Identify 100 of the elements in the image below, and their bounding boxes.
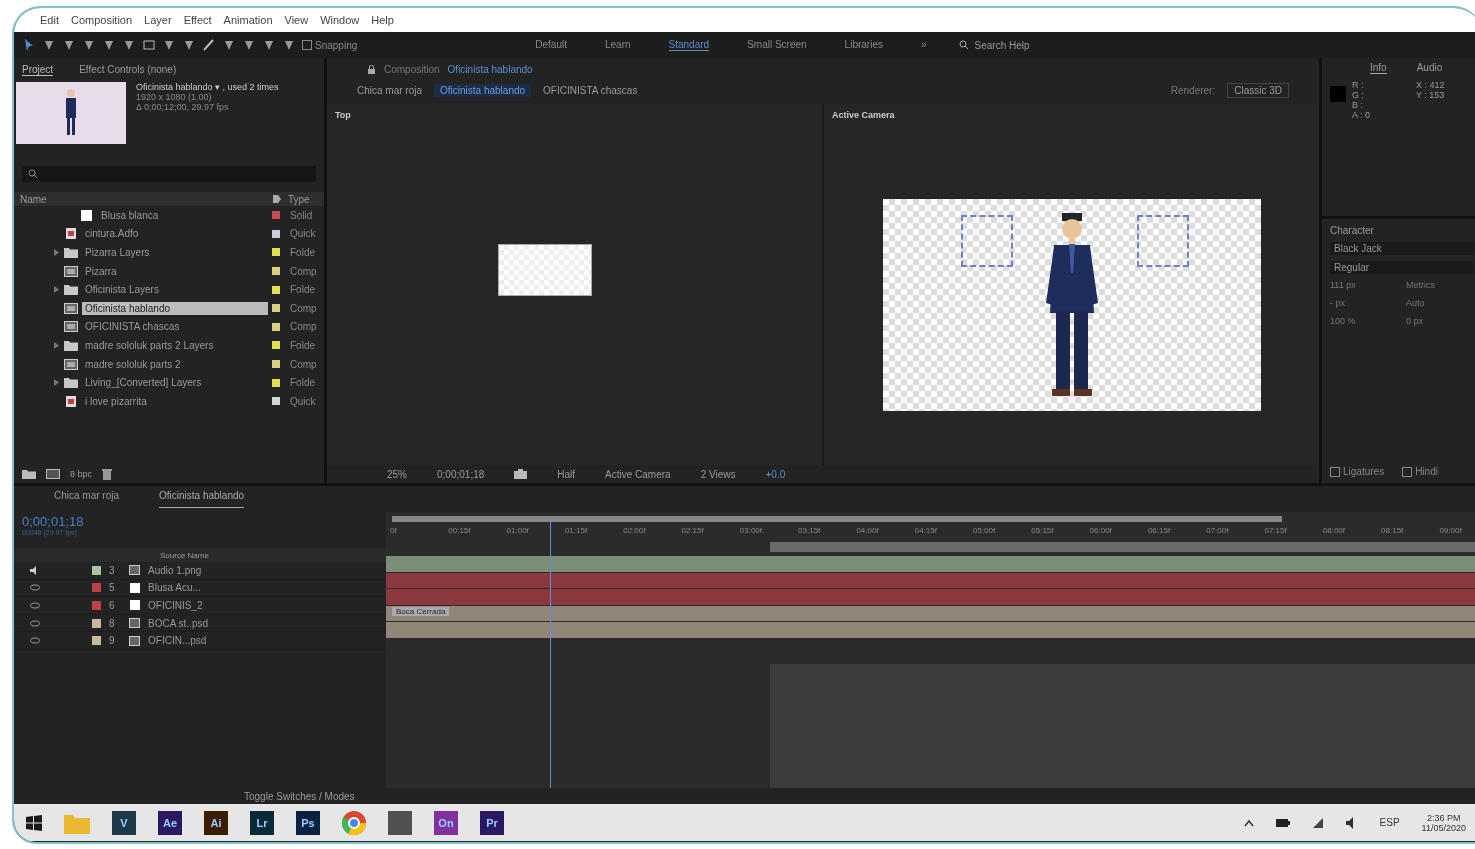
layer-name[interactable]: BOCA st..psd (148, 617, 209, 629)
clock-date[interactable]: 11/05/2020 (1421, 822, 1466, 833)
project-search-field[interactable] (22, 166, 316, 182)
project-item[interactable]: cintura.Adfo Quick (14, 224, 324, 244)
project-item[interactable]: Pizarra Comp (14, 261, 324, 281)
tool-icon[interactable] (282, 38, 296, 52)
renderer-dropdown[interactable]: Classic 3D (1227, 83, 1289, 98)
composition-tab[interactable]: OFICINISTA chascas (543, 85, 638, 96)
tool-icon[interactable] (242, 38, 256, 52)
composition-tab[interactable]: Chica mar roja (357, 85, 423, 96)
panel-tab[interactable]: Project (22, 64, 54, 76)
brush-tool-icon[interactable] (202, 38, 216, 52)
label-swatch[interactable] (272, 211, 280, 220)
layer-marker[interactable]: Boca Cerrada (392, 606, 450, 616)
clock-time[interactable]: 2:36 PM (1427, 812, 1461, 823)
composition-canvas[interactable] (882, 198, 1261, 411)
taskbar-app-icon[interactable]: Lr (250, 810, 274, 835)
layer-name[interactable]: Blusa Acu... (148, 582, 201, 594)
layer-duration-bar[interactable] (386, 556, 1475, 573)
menu-item[interactable]: View (284, 14, 309, 26)
panel-tab[interactable]: Audio (1416, 62, 1443, 74)
layer-row[interactable]: 8 BOCA st..psd (14, 614, 386, 633)
more-workspaces-button[interactable]: » (920, 39, 927, 51)
menu-item[interactable]: Composition (70, 14, 133, 26)
current-time-field[interactable]: 0;00;01;18 (437, 468, 485, 480)
resolution-dropdown[interactable]: Half (557, 468, 576, 480)
layer-row[interactable]: 3 Audio 1.png (14, 562, 386, 580)
font-family-dropdown[interactable]: Black Jack (1330, 242, 1474, 255)
panel-tab[interactable]: Effect Controls (none) (79, 64, 177, 76)
caret-icon[interactable] (54, 249, 59, 256)
label-swatch[interactable] (92, 565, 101, 575)
label-swatch[interactable] (272, 397, 280, 406)
layer-name[interactable]: Audio 1.png (148, 564, 202, 576)
project-item[interactable]: madre sololuk parts 2 Comp (14, 354, 324, 374)
taskbar-app-icon[interactable] (388, 810, 412, 835)
kerning-field[interactable]: Metrics (1406, 280, 1474, 290)
panel-tab[interactable]: Info (1370, 62, 1387, 74)
leading-field[interactable]: Auto (1406, 298, 1474, 308)
layer-name[interactable]: OFICINIS_2 (148, 600, 203, 611)
taskbar-app-icon[interactable]: On (434, 810, 458, 835)
timeline-tab[interactable]: Oficinista hablando (159, 490, 245, 508)
layer-row[interactable]: 9 OFICIN...psd (14, 632, 386, 650)
tool-icon[interactable] (182, 38, 196, 52)
layer-row[interactable]: 5 Blusa Acu... (14, 579, 386, 598)
composition-icon[interactable] (46, 469, 60, 479)
label-swatch[interactable] (92, 618, 101, 628)
label-swatch[interactable] (92, 601, 101, 610)
menu-item[interactable]: Animation (223, 14, 273, 26)
menu-item[interactable]: Window (320, 14, 360, 26)
lock-icon[interactable] (367, 65, 376, 74)
caret-icon[interactable] (54, 379, 59, 387)
menu-item[interactable]: Layer (144, 14, 172, 26)
layer-duration-bar[interactable]: Boca Cerrada (386, 605, 1475, 623)
workspace-tab[interactable]: Small Screen (747, 39, 807, 51)
workspace-tab[interactable]: Libraries (844, 39, 883, 51)
network-icon[interactable] (1311, 816, 1324, 829)
vertical-scale-field[interactable]: 100 % (1330, 316, 1398, 326)
label-swatch[interactable] (92, 636, 101, 646)
label-swatch[interactable] (272, 248, 280, 257)
column-header[interactable]: Source Name (160, 550, 209, 560)
language-indicator[interactable]: ESP (1379, 817, 1400, 828)
label-swatch[interactable] (272, 378, 280, 387)
menu-item[interactable]: Edit (40, 14, 59, 26)
tool-icon[interactable] (82, 38, 96, 52)
menu-item[interactable]: Help (371, 14, 394, 26)
tool-icon[interactable] (222, 38, 236, 52)
taskbar-app-icon[interactable]: Ps (296, 810, 320, 835)
project-item[interactable]: i love pizarrita Quick (14, 391, 324, 411)
caret-icon[interactable] (54, 286, 59, 294)
caret-icon[interactable] (54, 341, 59, 349)
stroke-width-field[interactable]: - px (1330, 298, 1398, 308)
project-item[interactable]: Pizarra Layers Folde (14, 243, 324, 262)
workspace-tab[interactable]: Learn (604, 39, 631, 51)
null-object-outline[interactable] (960, 214, 1013, 267)
trash-icon[interactable] (102, 468, 113, 480)
taskbar-app-icon[interactable]: V (112, 810, 136, 835)
project-item[interactable]: Blusa blanca Solid (14, 206, 324, 225)
column-header[interactable]: Name (20, 193, 266, 205)
snapping-checkbox[interactable]: Snapping (302, 39, 358, 51)
label-swatch[interactable] (92, 583, 101, 593)
project-item[interactable]: Oficinista hablando Comp (14, 298, 324, 318)
search-field[interactable]: Search Help (958, 38, 1087, 52)
baseline-shift-field[interactable]: 0 px (1406, 316, 1474, 326)
composition-name[interactable]: Oficinista hablando (447, 64, 533, 75)
null-object-outline[interactable] (1136, 214, 1189, 267)
folder-icon[interactable] (22, 469, 36, 479)
timeline-tab[interactable]: Chica mar roja (54, 490, 120, 508)
timecode-display[interactable]: 0;00;01;18 (22, 514, 378, 529)
tool-icon[interactable] (102, 38, 116, 52)
camera-icon[interactable] (514, 469, 528, 479)
project-item[interactable]: OFICINISTA chascas Comp (14, 317, 324, 337)
rectangle-tool-icon[interactable] (142, 38, 156, 52)
label-swatch[interactable] (272, 304, 280, 313)
browser-icon[interactable] (342, 810, 366, 835)
option-checkbox[interactable]: Ligatures (1330, 466, 1385, 477)
toggle-switches-button[interactable]: Toggle Switches / Modes (244, 790, 355, 802)
label-swatch[interactable] (272, 229, 280, 238)
layer-name[interactable]: OFICIN...psd (148, 635, 207, 647)
taskbar-app-icon[interactable]: Pr (480, 810, 504, 835)
label-swatch[interactable] (272, 267, 280, 276)
